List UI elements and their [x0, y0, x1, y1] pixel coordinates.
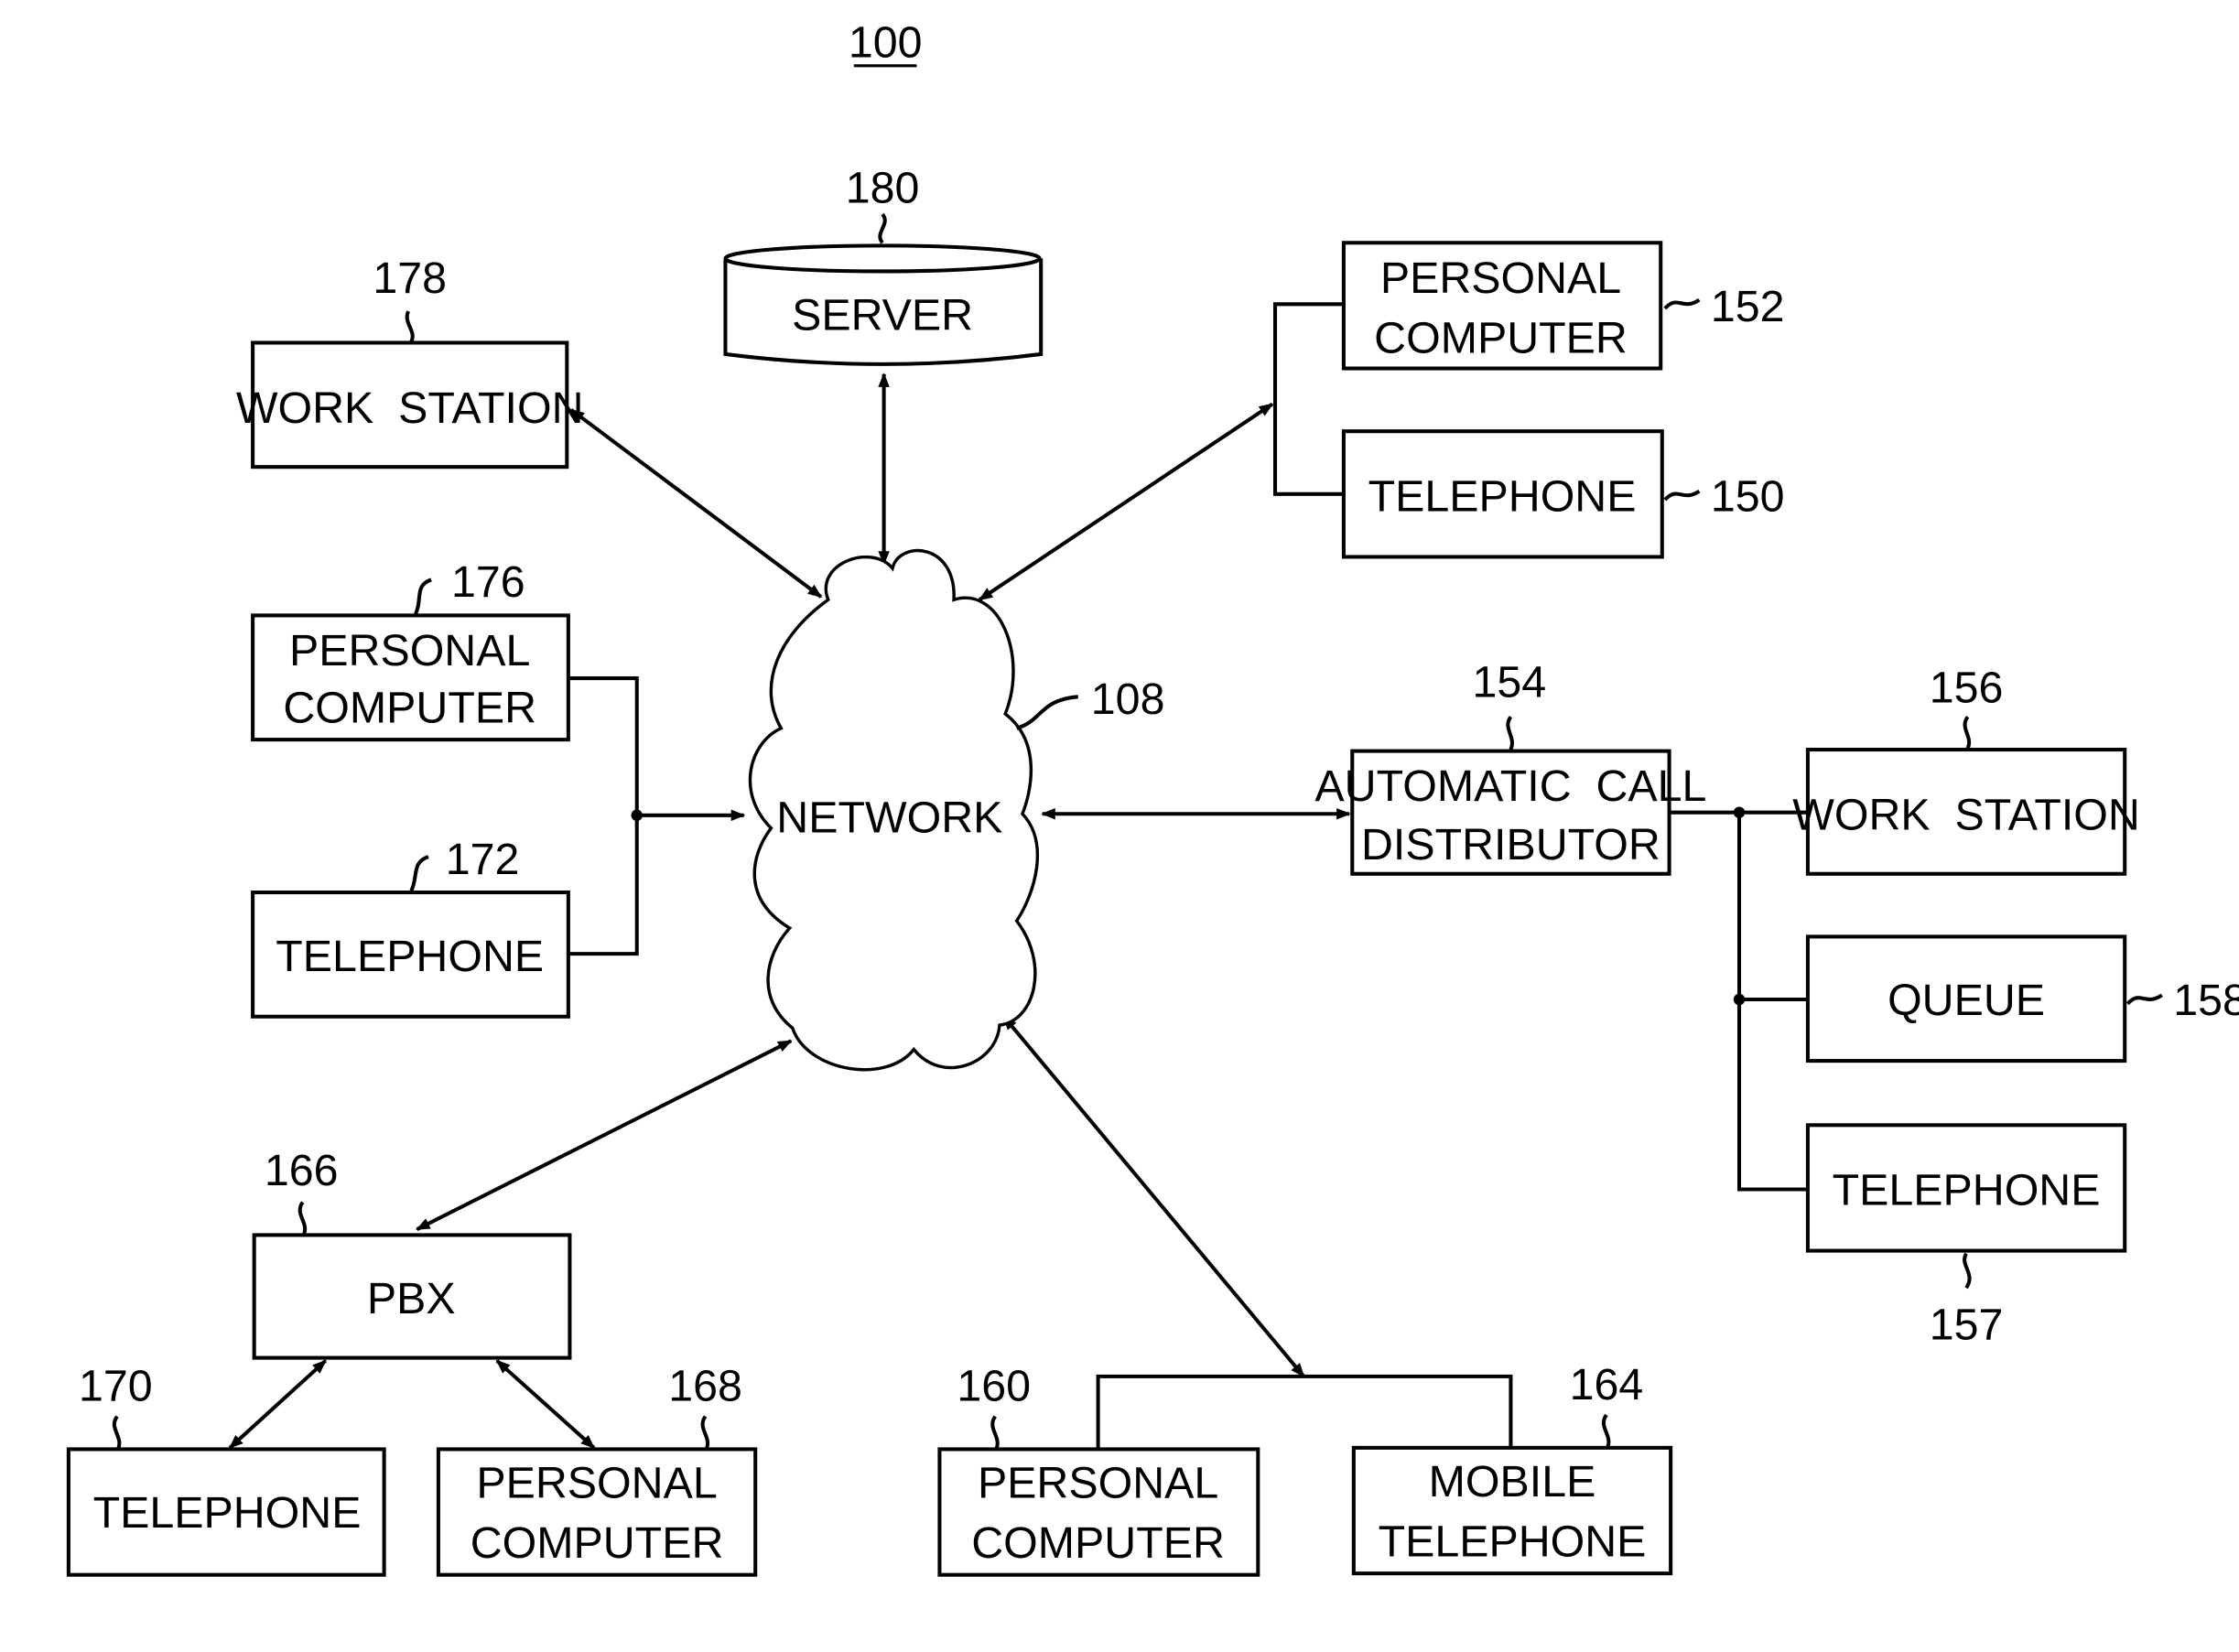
automatic-call-distributor-154: AUTOMATIC CALL DISTRIBUTOR 154 [1314, 657, 1706, 876]
pc176-label-2: COMPUTER [283, 683, 536, 732]
leader-166 [297, 1201, 308, 1235]
telephone-150: TELEPHONE 150 [1341, 429, 1785, 559]
ref-180: 180 [846, 164, 920, 213]
work-station-178: WORK STATION 178 [236, 254, 584, 470]
leader-160 [990, 1415, 1000, 1449]
ref-168: 168 [668, 1361, 742, 1410]
ref-172: 172 [446, 835, 520, 884]
network-label: NETWORK [776, 794, 1002, 843]
ref-160: 160 [957, 1361, 1031, 1410]
leader-150 [1663, 489, 1701, 502]
tel150-label: TELEPHONE [1368, 472, 1637, 522]
pc152-label-1: PERSONAL [1380, 254, 1621, 303]
personal-computer-168: PERSONAL COMPUTER 168 [436, 1361, 758, 1577]
ref-164: 164 [1570, 1360, 1644, 1409]
ref-170: 170 [79, 1361, 153, 1410]
leader-154 [1506, 715, 1514, 750]
leader-157 [1963, 1252, 1972, 1290]
network-cloud: NETWORK 108 [748, 548, 1165, 1072]
leader-158 [2125, 993, 2163, 1006]
queue158-label: QUEUE [1887, 976, 2045, 1025]
ref-176: 176 [451, 557, 525, 607]
link-pbx-network [416, 1039, 793, 1231]
personal-computer-152: PERSONAL COMPUTER 152 [1341, 241, 1785, 371]
ref-157: 157 [1930, 1300, 2004, 1349]
pc160-label-1: PERSONAL [978, 1458, 1218, 1507]
telephone-157: TELEPHONE 157 [1805, 1123, 2127, 1349]
ref-166: 166 [265, 1146, 339, 1195]
leader-168 [700, 1415, 710, 1449]
link-network-160-164 [1002, 1015, 1305, 1378]
acd154-label-1: AUTOMATIC CALL [1314, 761, 1706, 811]
figure-number: 100 [849, 17, 923, 67]
work-station-156: WORK STATION 156 [1792, 664, 2140, 876]
tel157-label: TELEPHONE [1833, 1166, 2101, 1215]
ref-156: 156 [1930, 664, 2004, 713]
bracket-160-164 [1096, 1374, 1513, 1448]
leader-176 [414, 578, 432, 615]
ws156-label: WORK STATION [1792, 790, 2140, 839]
leader-172 [409, 855, 429, 892]
server-label: SERVER [792, 290, 973, 340]
junction-dot [1733, 993, 1746, 1006]
tel172-label: TELEPHONE [276, 932, 544, 981]
leader-178 [405, 310, 415, 342]
ref-108: 108 [1091, 675, 1165, 724]
leader-164 [1601, 1413, 1611, 1448]
telephone-170: TELEPHONE 170 [66, 1361, 386, 1577]
bracket-176-172 [568, 676, 639, 956]
personal-computer-176: PERSONAL COMPUTER 176 [251, 557, 570, 742]
pc168-label-1: PERSONAL [476, 1458, 717, 1507]
network-diagram: 100 NETWORK 108 SERVER 180 WORK STATION … [66, 17, 2239, 1577]
ref-152: 152 [1711, 282, 1785, 331]
tel170-label: TELEPHONE [93, 1488, 362, 1538]
ref-154: 154 [1473, 657, 1547, 707]
pbx166-label: PBX [367, 1274, 456, 1323]
mob164-label-1: MOBILE [1429, 1457, 1596, 1506]
queue-158: QUEUE 158 [1805, 934, 2239, 1064]
leader-170 [112, 1415, 122, 1449]
ref-178: 178 [373, 254, 447, 303]
server-node: SERVER 180 [723, 164, 1044, 366]
pc160-label-2: COMPUTER [971, 1518, 1225, 1568]
leader-108 [1016, 695, 1078, 730]
leader-156 [1963, 715, 1972, 750]
pc152-label-2: COMPUTER [1374, 313, 1628, 362]
ref-150: 150 [1711, 472, 1785, 522]
link-ws178-network [569, 408, 823, 599]
bracket-152-150 [1273, 302, 1344, 496]
link-network-pc-tel-group [978, 402, 1274, 601]
ws178-label: WORK STATION [236, 383, 584, 433]
ref-158: 158 [2173, 976, 2239, 1025]
junction-dot [1733, 806, 1746, 818]
mob164-label-2: TELEPHONE [1379, 1517, 1647, 1566]
leader-152 [1663, 297, 1701, 310]
telephone-172: TELEPHONE 172 [251, 835, 570, 1019]
leader-180 [878, 212, 887, 244]
pc168-label-2: COMPUTER [471, 1518, 724, 1568]
pc176-label-1: PERSONAL [289, 626, 530, 675]
link-pbx-tel170 [228, 1359, 328, 1450]
acd154-label-2: DISTRIBUTOR [1361, 820, 1660, 869]
link-pbx-pc168 [495, 1359, 596, 1450]
